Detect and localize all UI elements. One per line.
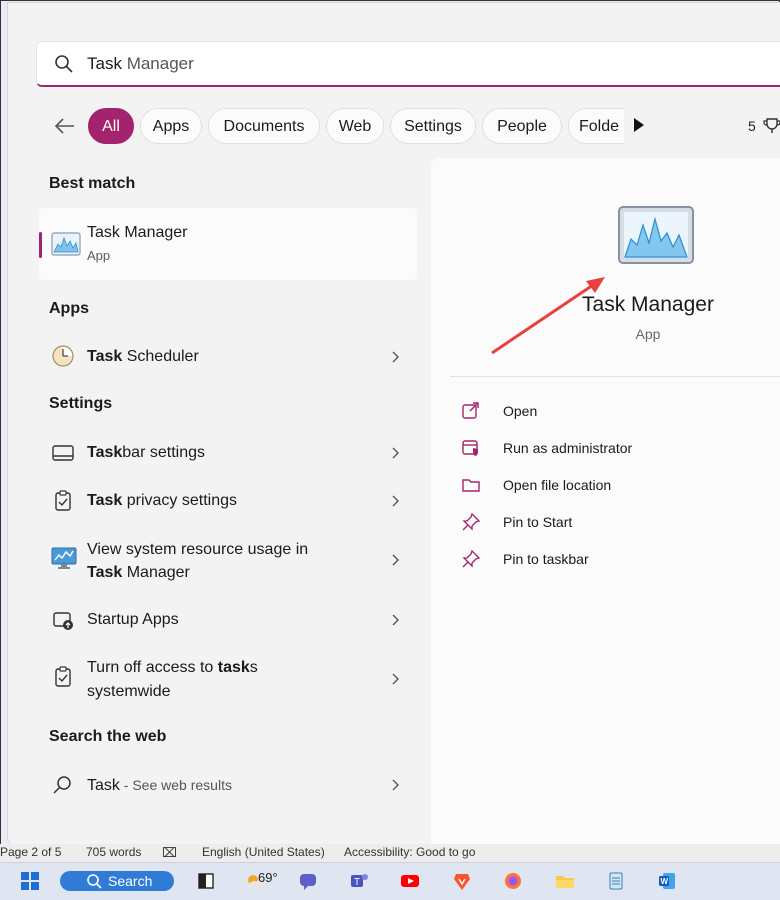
action-pin-to-taskbar[interactable]: Pin to taskbar xyxy=(461,549,761,573)
selection-accent xyxy=(39,232,42,258)
result-web-search-task[interactable]: Task - See web results xyxy=(39,770,417,800)
filter-folders[interactable]: Folde xyxy=(568,108,624,144)
best-match-subtitle: App xyxy=(87,248,111,263)
chevron-right-icon xyxy=(392,614,399,626)
svg-text:W: W xyxy=(661,877,669,886)
section-search-the-web: Search the web xyxy=(49,728,167,745)
back-arrow-icon[interactable] xyxy=(52,113,78,139)
search-query[interactable]: Task Manager xyxy=(87,54,194,74)
search-icon xyxy=(53,776,71,794)
rewards-count: 5 xyxy=(748,118,756,134)
chevron-right-icon xyxy=(392,447,399,459)
accessibility-status[interactable]: Accessibility: Good to go xyxy=(344,845,475,859)
chevron-right-icon xyxy=(392,554,399,566)
task-manager-large-icon xyxy=(618,206,694,264)
chevron-right-icon xyxy=(392,673,399,685)
word-count[interactable]: 705 words xyxy=(86,845,141,859)
windows-start-icon[interactable] xyxy=(20,871,40,891)
start-search-panel: Task Manager All Apps Documents Web Sett… xyxy=(7,2,780,845)
filter-documents[interactable]: Documents xyxy=(208,108,320,144)
monitor-chart-icon xyxy=(51,547,77,569)
result-taskbar-settings[interactable]: Taskbar settings xyxy=(39,438,417,468)
taskbar-search-button[interactable]: Search xyxy=(60,871,174,891)
result-turn-off-access-to-tasks[interactable]: Turn off access to tasks systemwide xyxy=(39,653,417,703)
svg-text:T: T xyxy=(354,877,360,888)
weather-temperature[interactable]: 69° xyxy=(258,870,278,885)
best-match-task-manager[interactable]: Task Manager App xyxy=(39,208,417,280)
result-task-privacy-settings[interactable]: Task privacy settings xyxy=(39,486,417,516)
search-box[interactable]: Task Manager xyxy=(36,41,780,87)
action-run-as-administrator[interactable]: Run as administrator xyxy=(461,438,761,462)
chevron-right-icon xyxy=(392,351,399,363)
search-icon xyxy=(87,874,102,889)
action-pin-to-start[interactable]: Pin to Start xyxy=(461,512,761,536)
best-match-title: Task Manager xyxy=(87,224,188,241)
teams-icon[interactable]: T xyxy=(349,871,369,891)
clipboard-check-icon xyxy=(55,490,71,511)
startup-apps-icon xyxy=(53,612,73,630)
folder-icon xyxy=(462,479,480,492)
annotation-arrow xyxy=(491,277,605,355)
chevron-right-icon xyxy=(392,495,399,507)
notepad-icon[interactable] xyxy=(606,871,626,891)
pin-icon xyxy=(462,549,481,568)
chevron-right-icon xyxy=(392,779,399,791)
youtube-icon[interactable] xyxy=(400,871,420,891)
scroll-right-icon[interactable] xyxy=(634,118,644,132)
result-task-scheduler[interactable]: Task Scheduler xyxy=(39,342,417,372)
brave-browser-icon[interactable] xyxy=(452,871,472,891)
document-status-bar: Page 2 of 5 705 words ⌧ English (United … xyxy=(0,844,780,862)
section-apps: Apps xyxy=(49,300,89,317)
filter-people[interactable]: People xyxy=(482,108,562,144)
action-open[interactable]: Open xyxy=(461,401,761,425)
filter-all[interactable]: All xyxy=(88,108,134,144)
pin-icon xyxy=(462,512,481,531)
filter-apps[interactable]: Apps xyxy=(140,108,202,144)
proofing-icon[interactable]: ⌧ xyxy=(162,845,177,861)
action-open-file-location[interactable]: Open file location xyxy=(461,475,761,499)
details-pane: Task Manager App Open Run as administrat… xyxy=(431,158,780,845)
taskbar-icon xyxy=(52,445,74,461)
filter-web[interactable]: Web xyxy=(326,108,384,144)
section-best-match: Best match xyxy=(49,175,136,192)
taskbar: Search 69° T W xyxy=(0,862,780,900)
clipboard-check-icon xyxy=(55,666,71,687)
chat-icon[interactable] xyxy=(298,871,318,891)
open-external-icon xyxy=(462,402,479,419)
clock-icon xyxy=(52,345,74,367)
task-view-icon[interactable] xyxy=(196,871,216,891)
result-view-system-resource-usage[interactable]: View system resource usage in Task Manag… xyxy=(39,535,417,585)
language[interactable]: English (United States) xyxy=(202,845,325,859)
word-icon[interactable]: W xyxy=(657,871,677,891)
search-icon xyxy=(55,55,73,73)
result-startup-apps[interactable]: Startup Apps xyxy=(39,605,417,635)
task-manager-icon xyxy=(51,232,81,256)
section-settings: Settings xyxy=(49,395,113,412)
divider xyxy=(450,376,780,377)
trophy-icon[interactable] xyxy=(762,116,780,136)
file-explorer-icon[interactable] xyxy=(555,871,575,891)
filter-settings[interactable]: Settings xyxy=(390,108,476,144)
firefox-icon[interactable] xyxy=(503,871,523,891)
shield-window-icon xyxy=(462,440,478,456)
page-count[interactable]: Page 2 of 5 xyxy=(0,845,61,859)
